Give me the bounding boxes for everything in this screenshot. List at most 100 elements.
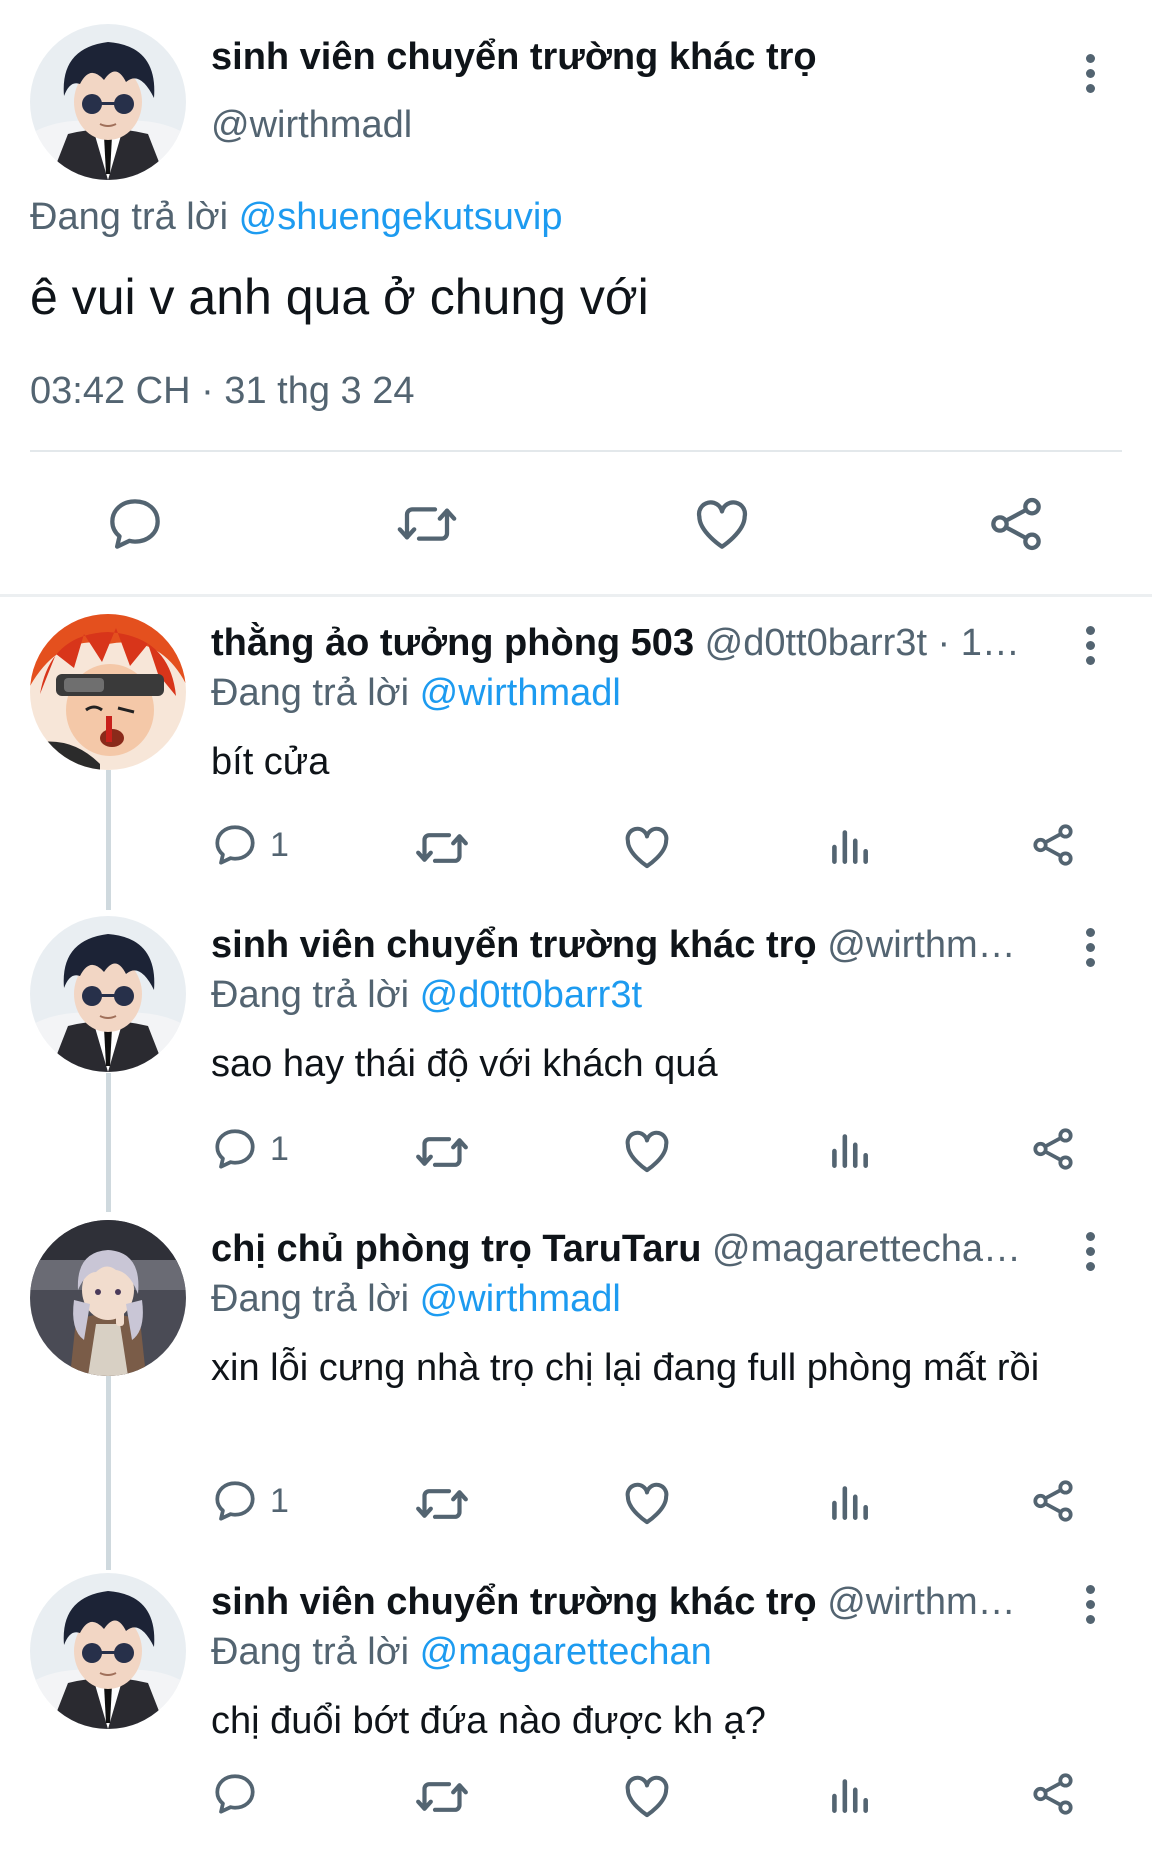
replying-prefix: Đang trả lời [211, 1278, 410, 1320]
reply-header: thằng ảo tưởng phòng 503 @d0tt0barr3t · … [211, 622, 1059, 665]
reply-tweet[interactable]: sinh viên chuyển trường khác trọ @wirthm… [0, 1573, 1152, 1843]
retweet-button[interactable] [414, 1769, 470, 1825]
author-name[interactable]: chị chủ phòng trọ TaruTaru [211, 1228, 701, 1270]
share-icon [1033, 824, 1073, 866]
views-button[interactable] [824, 1769, 880, 1825]
share-button[interactable] [1028, 1124, 1084, 1180]
reply-tweet[interactable]: thằng ảo tưởng phòng 503 @d0tt0barr3t · … [0, 614, 1152, 870]
like-button[interactable] [620, 1124, 676, 1180]
avatar-image [30, 1573, 186, 1729]
author-name[interactable]: sinh viên chuyển trường khác trọ [211, 1581, 817, 1623]
like-icon [625, 1130, 669, 1173]
reply-meta: · 1… [927, 622, 1020, 664]
reply-tweet[interactable]: sinh viên chuyển trường khác trọ @wirthm… [0, 916, 1152, 1173]
tweet-text: chị đuổi bớt đứa nào được kh ạ? [211, 1700, 766, 1742]
tweet-text: bít cửa [211, 741, 330, 783]
replying-prefix: Đang trả lời [211, 672, 410, 714]
views-button[interactable] [824, 1476, 880, 1532]
reply-count: 1 [270, 1482, 289, 1520]
retweet-icon [416, 1137, 468, 1167]
replying-prefix: Đang trả lời [211, 1631, 410, 1673]
reply-icon [215, 825, 255, 865]
author-handle[interactable]: @d0tt0barr3t [705, 622, 927, 664]
avatar[interactable] [30, 1220, 186, 1376]
like-icon [625, 826, 669, 869]
like-icon [696, 500, 748, 549]
mention-link[interactable]: @magarettechan [420, 1631, 712, 1673]
author-handle[interactable]: @wirthm… [827, 924, 1015, 966]
tweet-text: xin lỗi cưng nhà trọ chị lại đang full p… [211, 1347, 1040, 1389]
reply-icon [215, 1129, 255, 1169]
mention-link[interactable]: @d0tt0barr3t [420, 974, 642, 1016]
author-handle[interactable]: @magarettecha… [712, 1228, 1021, 1270]
views-icon [832, 1779, 868, 1813]
reply-button[interactable] [210, 1769, 310, 1825]
more-options-icon[interactable] [1076, 926, 1106, 970]
share-icon [991, 497, 1041, 551]
tweet-timestamp: 03:42 CH · 31 thg 3 24 [30, 370, 415, 412]
share-button[interactable] [1028, 1769, 1084, 1825]
reply-button[interactable]: 1 [210, 1476, 310, 1532]
retweet-icon [416, 1782, 468, 1812]
more-options-icon[interactable] [1076, 1230, 1106, 1274]
mention-link[interactable]: @wirthmadl [420, 672, 621, 714]
avatar[interactable] [30, 24, 186, 180]
like-icon [625, 1482, 669, 1525]
share-icon [1033, 1480, 1073, 1522]
replying-to: Đang trả lời @wirthmadl [211, 672, 621, 715]
like-icon [625, 1775, 669, 1818]
tweet-text: sao hay thái độ với khách quá [211, 1043, 718, 1085]
mention-link[interactable]: @shuengekutsuvip [239, 196, 563, 238]
author-name[interactable]: sinh viên chuyển trường khác trọ [211, 924, 817, 966]
reply-count: 1 [270, 826, 289, 864]
share-button[interactable] [1028, 820, 1084, 876]
more-options-icon[interactable] [1076, 624, 1106, 668]
reply-button[interactable]: 1 [210, 1124, 310, 1180]
reply-button[interactable]: 1 [210, 820, 310, 876]
author-handle[interactable]: @wirthmadl [211, 104, 412, 147]
share-button[interactable] [984, 492, 1048, 556]
avatar[interactable] [30, 1573, 186, 1729]
replying-to: Đang trả lời @d0tt0barr3t [211, 974, 642, 1017]
views-icon [832, 830, 868, 864]
retweet-button[interactable] [395, 492, 459, 556]
author-handle[interactable]: @wirthm… [827, 1581, 1015, 1623]
like-button[interactable] [620, 1769, 676, 1825]
avatar-image [30, 916, 186, 1072]
avatar-image [30, 614, 186, 770]
reply-header: sinh viên chuyển trường khác trọ @wirthm… [211, 924, 1059, 967]
retweet-button[interactable] [414, 1124, 470, 1180]
like-button[interactable] [620, 1476, 676, 1532]
reply-header: chị chủ phòng trọ TaruTaru @magarettecha… [211, 1228, 1059, 1271]
more-options-icon[interactable] [1076, 1583, 1106, 1627]
reply-icon [110, 499, 160, 549]
avatar[interactable] [30, 916, 186, 1072]
retweet-button[interactable] [414, 820, 470, 876]
more-options-icon[interactable] [1076, 52, 1106, 96]
like-button[interactable] [620, 820, 676, 876]
reply-action-bar: 1 [0, 1476, 1152, 1532]
reply-button[interactable] [103, 492, 167, 556]
reply-tweet[interactable]: chị chủ phòng trọ TaruTaru @magarettecha… [0, 1220, 1152, 1540]
share-icon [1033, 1773, 1073, 1815]
views-button[interactable] [824, 1124, 880, 1180]
like-button[interactable] [690, 492, 754, 556]
retweet-button[interactable] [414, 1476, 470, 1532]
reply-header: sinh viên chuyển trường khác trọ @wirthm… [211, 1581, 1059, 1624]
author-name[interactable]: sinh viên chuyển trường khác trọ [211, 36, 817, 79]
author-name[interactable]: thằng ảo tưởng phòng 503 [211, 622, 694, 664]
mention-link[interactable]: @wirthmadl [420, 1278, 621, 1320]
views-button[interactable] [824, 820, 880, 876]
replying-prefix: Đang trả lời [30, 196, 229, 238]
divider [30, 450, 1122, 452]
reply-action-bar [0, 1769, 1152, 1825]
avatar[interactable] [30, 614, 186, 770]
replying-to: Đang trả lời @shuengekutsuvip [30, 196, 562, 239]
section-divider [0, 594, 1152, 597]
reply-action-bar: 1 [0, 820, 1152, 876]
tweet-text: ê vui v anh qua ở chung với [30, 269, 649, 325]
retweet-icon [416, 833, 468, 863]
avatar-image [30, 24, 186, 180]
share-button[interactable] [1028, 1476, 1084, 1532]
avatar-image [30, 1220, 186, 1376]
